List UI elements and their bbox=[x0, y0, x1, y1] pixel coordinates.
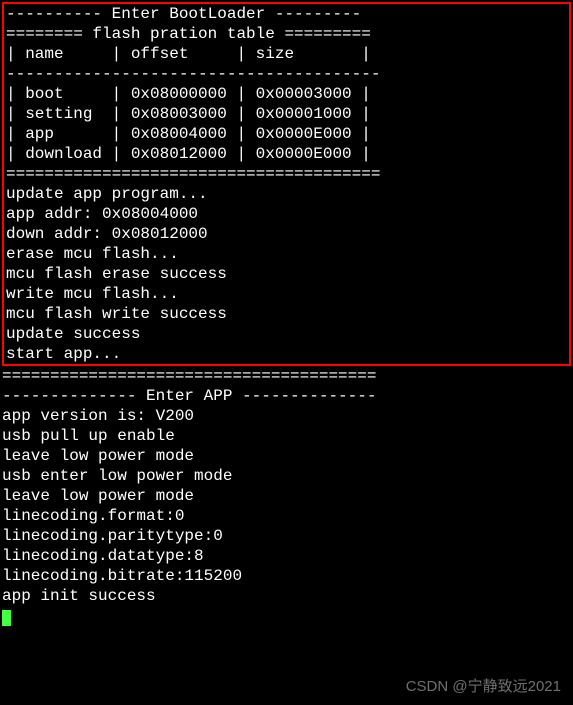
app-log-line: linecoding.datatype:8 bbox=[2, 546, 571, 566]
app-log-line: leave low power mode bbox=[2, 486, 571, 506]
app-log-line: app init success bbox=[2, 586, 571, 606]
boot-log-line: update success bbox=[6, 324, 567, 344]
bootloader-section: ---------- Enter BootLoader --------- ==… bbox=[2, 2, 571, 366]
boot-log-line: write mcu flash... bbox=[6, 284, 567, 304]
cursor-line bbox=[2, 606, 571, 626]
app-log-line: usb pull up enable bbox=[2, 426, 571, 446]
boot-log-line: app addr: 0x08004000 bbox=[6, 204, 567, 224]
flash-table-row: | download | 0x08012000 | 0x0000E000 | bbox=[6, 144, 567, 164]
flash-table-end: ======================================= bbox=[6, 164, 567, 184]
cursor-icon bbox=[2, 610, 11, 626]
boot-log-line: down addr: 0x08012000 bbox=[6, 224, 567, 244]
watermark-text: CSDN @宁静致远2021 bbox=[406, 678, 561, 697]
app-separator: ======================================= bbox=[2, 366, 571, 386]
boot-log-line: update app program... bbox=[6, 184, 567, 204]
flash-table-row: | boot | 0x08000000 | 0x00003000 | bbox=[6, 84, 567, 104]
app-log-line: linecoding.paritytype:0 bbox=[2, 526, 571, 546]
boot-log-line: start app... bbox=[6, 344, 567, 364]
app-version: app version is: V200 bbox=[2, 406, 571, 426]
flash-table-separator: --------------------------------------- bbox=[6, 64, 567, 84]
flash-table-row: | app | 0x08004000 | 0x0000E000 | bbox=[6, 124, 567, 144]
bootloader-header: ---------- Enter BootLoader --------- bbox=[6, 4, 567, 24]
boot-log-line: mcu flash write success bbox=[6, 304, 567, 324]
flash-table-title: ======== flash pration table ========= bbox=[6, 24, 567, 44]
app-log-line: leave low power mode bbox=[2, 446, 571, 466]
app-log-line: linecoding.bitrate:115200 bbox=[2, 566, 571, 586]
app-header: -------------- Enter APP -------------- bbox=[2, 386, 571, 406]
app-section: ======================================= … bbox=[2, 366, 571, 626]
app-log-line: linecoding.format:0 bbox=[2, 506, 571, 526]
flash-table-row: | setting | 0x08003000 | 0x00001000 | bbox=[6, 104, 567, 124]
flash-table-header: | name | offset | size | bbox=[6, 44, 567, 64]
boot-log-line: erase mcu flash... bbox=[6, 244, 567, 264]
app-log-line: usb enter low power mode bbox=[2, 466, 571, 486]
boot-log-line: mcu flash erase success bbox=[6, 264, 567, 284]
